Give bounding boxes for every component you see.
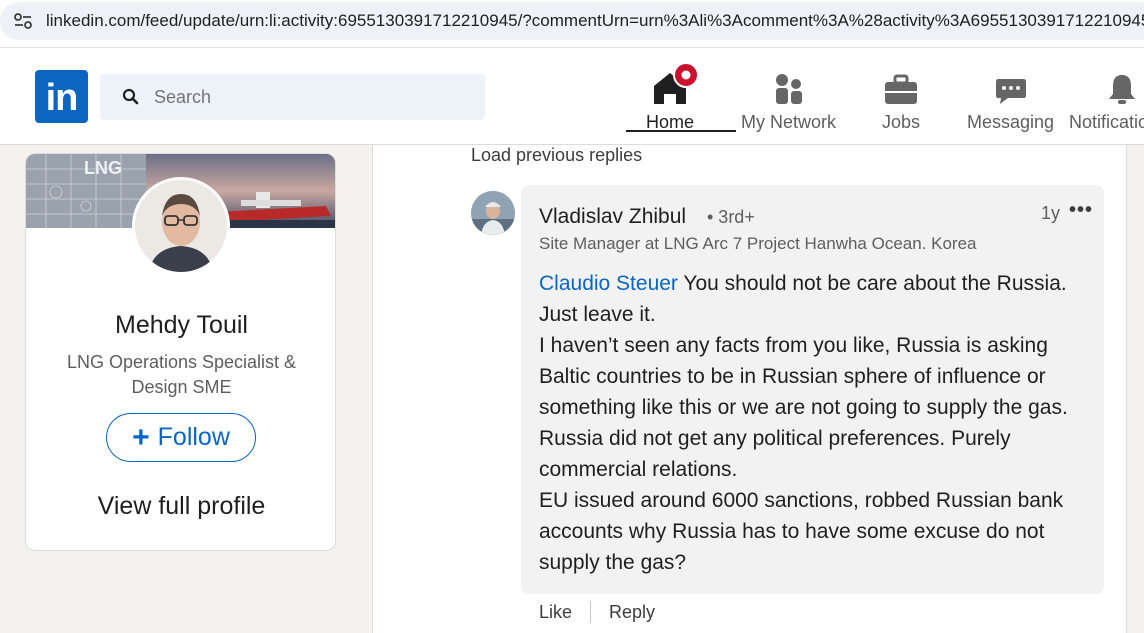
comment-author[interactable]: Vladislav Zhibul <box>539 205 686 229</box>
nav-home[interactable]: Home <box>646 62 699 145</box>
notification-badge <box>673 62 699 88</box>
follow-button[interactable]: + Follow <box>106 413 256 462</box>
commenter-avatar[interactable] <box>471 191 515 235</box>
comment-thread-panel: Load previous replies Vladislav Zhibul •… <box>372 145 1127 633</box>
mention-link[interactable]: Claudio Steuer <box>539 272 678 295</box>
comment-timestamp: 1y <box>1041 203 1061 223</box>
comment-paragraph: I haven’t seen any facts from you like, … <box>539 334 1068 481</box>
follow-label: Follow <box>157 423 230 451</box>
briefcase-icon <box>883 64 919 106</box>
comment-paragraph: EU issued around 6000 sanctions, robbed … <box>539 489 1064 574</box>
nav-my-network-label: My Network <box>741 112 837 132</box>
comment-bubble: Vladislav Zhibul • 3rd+ 1y ••• Site Mana… <box>521 185 1104 594</box>
plus-icon: + <box>132 420 150 454</box>
bell-icon <box>1069 64 1139 106</box>
site-settings-icon[interactable] <box>0 13 46 29</box>
home-icon <box>650 62 699 106</box>
linkedin-logo[interactable]: in <box>35 70 88 123</box>
linkedin-header: in Home My Network <box>0 48 1144 145</box>
commenter-headline: Site Manager at LNG Arc 7 Project Hanwha… <box>539 234 977 253</box>
search-input[interactable] <box>154 86 386 108</box>
search-bar[interactable] <box>100 74 485 120</box>
more-options-icon[interactable]: ••• <box>1069 199 1093 222</box>
nav-messaging-label: Messaging <box>967 112 1055 132</box>
nav-messaging[interactable]: Messaging <box>967 64 1054 145</box>
nav-jobs[interactable]: Jobs <box>882 64 920 145</box>
reply-button[interactable]: Reply <box>609 602 655 623</box>
connection-degree: • 3rd+ <box>707 207 755 227</box>
active-tab-indicator <box>626 130 736 132</box>
nav-notifications-label: Notifications <box>1069 112 1144 132</box>
like-button[interactable]: Like <box>539 602 572 623</box>
comment-text: Claudio Steuer You should not be care ab… <box>539 268 1099 578</box>
browser-address-bar: linkedin.com/feed/update/urn:li:activity… <box>0 0 1144 48</box>
profile-name[interactable]: Mehdy Touil <box>26 311 335 340</box>
url-text: linkedin.com/feed/update/urn:li:activity… <box>46 11 1144 30</box>
profile-title: LNG Operations Specialist & Design SME <box>66 352 297 397</box>
action-divider <box>590 601 592 623</box>
profile-card: LNG Mehdy Touil LNG Operations Specialis… <box>25 153 336 551</box>
comment-actions: Like Reply <box>539 601 655 623</box>
nav-jobs-label: Jobs <box>882 112 921 132</box>
view-full-profile-link[interactable]: View full profile <box>26 492 335 521</box>
nav-my-network[interactable]: My Network <box>741 64 836 145</box>
banner-text: LNG <box>84 158 122 178</box>
load-previous-replies[interactable]: Load previous replies <box>471 145 642 166</box>
profile-avatar[interactable] <box>132 177 230 275</box>
messaging-icon <box>994 64 1028 106</box>
network-icon <box>772 64 806 106</box>
search-icon <box>122 88 139 105</box>
nav-notifications[interactable]: Notifications <box>1069 64 1144 145</box>
url-bar[interactable]: linkedin.com/feed/update/urn:li:activity… <box>0 2 1144 40</box>
